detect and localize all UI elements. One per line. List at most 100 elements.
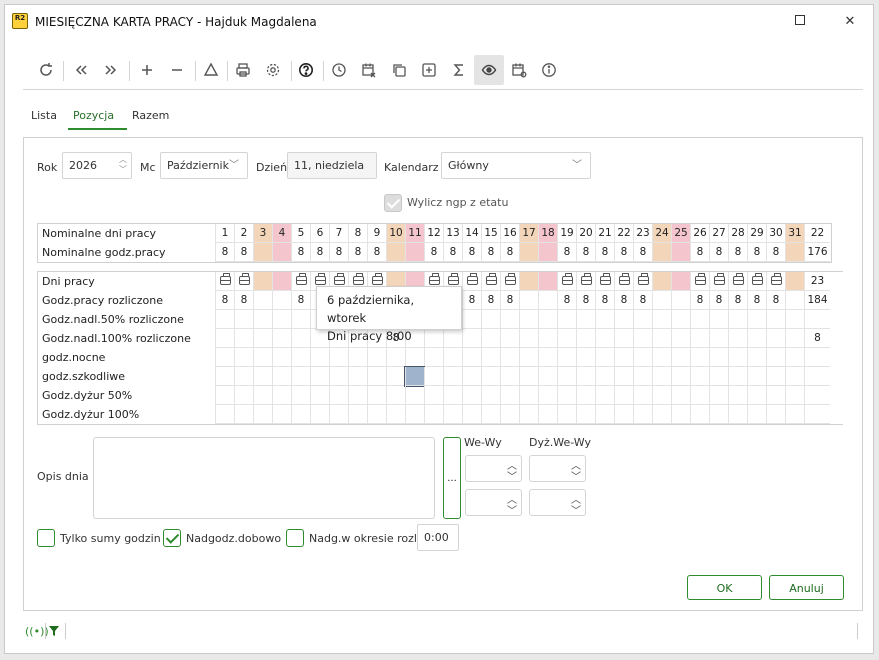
grid-cell[interactable] xyxy=(633,310,652,329)
grid-cell[interactable] xyxy=(614,310,633,329)
grid-cell[interactable] xyxy=(671,367,690,386)
grid-cell[interactable]: 8 xyxy=(766,291,785,310)
nominal-hours-cell[interactable]: 8 xyxy=(595,243,614,262)
grid-cell[interactable] xyxy=(766,386,785,405)
grid-cell[interactable] xyxy=(614,367,633,386)
nominal-hours-cell[interactable] xyxy=(253,243,272,262)
wylicz-checkbox[interactable] xyxy=(384,194,402,212)
grid-cell[interactable] xyxy=(253,405,272,424)
day-header[interactable]: 26 xyxy=(690,224,709,243)
selected-cell[interactable] xyxy=(404,366,425,387)
we-wy-input-2[interactable]: ︿ ﹀ xyxy=(465,489,522,517)
grid-cell[interactable] xyxy=(728,329,747,348)
grid-cell[interactable] xyxy=(519,367,538,386)
grid-cell[interactable] xyxy=(234,310,253,329)
day-header[interactable]: 30 xyxy=(766,224,785,243)
grid-cell[interactable] xyxy=(253,310,272,329)
grid-cell[interactable] xyxy=(481,348,500,367)
nominal-hours-cell[interactable]: 8 xyxy=(633,243,652,262)
grid-cell[interactable] xyxy=(500,367,519,386)
rok-input[interactable]: 2026 ︿ ﹀ xyxy=(62,152,132,179)
grid-cell[interactable] xyxy=(253,367,272,386)
grid-cell[interactable] xyxy=(690,310,709,329)
grid-cell[interactable] xyxy=(671,348,690,367)
grid-cell[interactable] xyxy=(785,291,804,310)
grid-cell[interactable] xyxy=(291,367,310,386)
grid-cell[interactable] xyxy=(272,386,291,405)
nominal-hours-cell[interactable] xyxy=(405,243,424,262)
grid-cell[interactable] xyxy=(652,405,671,424)
grid-cell[interactable] xyxy=(785,348,804,367)
kalendarz-select[interactable]: Główny ﹀ xyxy=(441,152,591,179)
opis-textarea[interactable] xyxy=(93,437,435,519)
nominal-hours-cell[interactable]: 8 xyxy=(367,243,386,262)
tab-pozycja[interactable]: Pozycja xyxy=(73,109,114,122)
grid-cell[interactable] xyxy=(652,329,671,348)
grid-cell[interactable] xyxy=(215,310,234,329)
grid-cell[interactable] xyxy=(253,386,272,405)
calendar-refresh-button[interactable] xyxy=(505,55,533,85)
grid-cell[interactable] xyxy=(576,386,595,405)
day-header[interactable]: 8 xyxy=(348,224,367,243)
grid-cell[interactable] xyxy=(443,405,462,424)
nominal-hours-cell[interactable]: 8 xyxy=(310,243,329,262)
grid-cell[interactable] xyxy=(652,348,671,367)
grid-cell[interactable] xyxy=(614,348,633,367)
grid-cell[interactable] xyxy=(500,386,519,405)
grid-cell[interactable] xyxy=(424,367,443,386)
grid-cell[interactable] xyxy=(652,272,671,291)
refresh-button[interactable] xyxy=(32,55,60,85)
work-day-cell[interactable] xyxy=(633,272,652,291)
grid-cell[interactable] xyxy=(443,348,462,367)
day-header[interactable]: 20 xyxy=(576,224,595,243)
grid-cell[interactable] xyxy=(443,367,462,386)
tylko-sumy-checkbox[interactable] xyxy=(37,529,55,547)
opis-more-button[interactable]: ... xyxy=(443,437,461,519)
grid-cell[interactable] xyxy=(481,367,500,386)
work-day-cell[interactable] xyxy=(215,272,234,291)
grid-cell[interactable]: 8 xyxy=(614,291,633,310)
nominal-hours-cell[interactable] xyxy=(652,243,671,262)
day-header[interactable]: 19 xyxy=(557,224,576,243)
grid-cell[interactable] xyxy=(538,310,557,329)
grid-cell[interactable] xyxy=(405,405,424,424)
grid-cell[interactable]: 8 xyxy=(462,291,481,310)
grid-cell[interactable] xyxy=(785,272,804,291)
filter-icon[interactable] xyxy=(48,625,60,637)
day-header[interactable]: 27 xyxy=(709,224,728,243)
view-button[interactable] xyxy=(474,55,504,85)
day-header[interactable]: 16 xyxy=(500,224,519,243)
nominal-hours-cell[interactable]: 8 xyxy=(329,243,348,262)
grid-cell[interactable] xyxy=(557,405,576,424)
grid-cell[interactable] xyxy=(595,405,614,424)
grid-cell[interactable] xyxy=(481,405,500,424)
day-header[interactable]: 10 xyxy=(386,224,405,243)
grid-cell[interactable] xyxy=(652,291,671,310)
grid-cell[interactable] xyxy=(310,367,329,386)
nominal-hours-cell[interactable]: 8 xyxy=(424,243,443,262)
grid-cell[interactable] xyxy=(595,310,614,329)
grid-cell[interactable] xyxy=(690,367,709,386)
grid-cell[interactable] xyxy=(747,386,766,405)
grid-cell[interactable] xyxy=(234,386,253,405)
rok-spinner[interactable]: ︿ ﹀ xyxy=(118,155,128,175)
nominal-hours-cell[interactable]: 8 xyxy=(766,243,785,262)
grid-cell[interactable] xyxy=(329,367,348,386)
grid-cell[interactable]: 8 xyxy=(234,291,253,310)
grid-cell[interactable] xyxy=(253,348,272,367)
grid-cell[interactable] xyxy=(557,329,576,348)
day-header[interactable]: 14 xyxy=(462,224,481,243)
day-header[interactable]: 13 xyxy=(443,224,462,243)
grid-cell[interactable] xyxy=(215,367,234,386)
grid-cell[interactable] xyxy=(595,367,614,386)
grid-cell[interactable] xyxy=(272,348,291,367)
grid-cell[interactable] xyxy=(348,405,367,424)
grid-cell[interactable] xyxy=(367,367,386,386)
grid-cell[interactable] xyxy=(481,329,500,348)
grid-cell[interactable] xyxy=(462,386,481,405)
grid-cell[interactable] xyxy=(462,310,481,329)
grid-cell[interactable] xyxy=(633,386,652,405)
nadg-okres-input[interactable]: 0:00 xyxy=(417,524,459,551)
grid-cell[interactable] xyxy=(728,386,747,405)
grid-cell[interactable] xyxy=(728,348,747,367)
